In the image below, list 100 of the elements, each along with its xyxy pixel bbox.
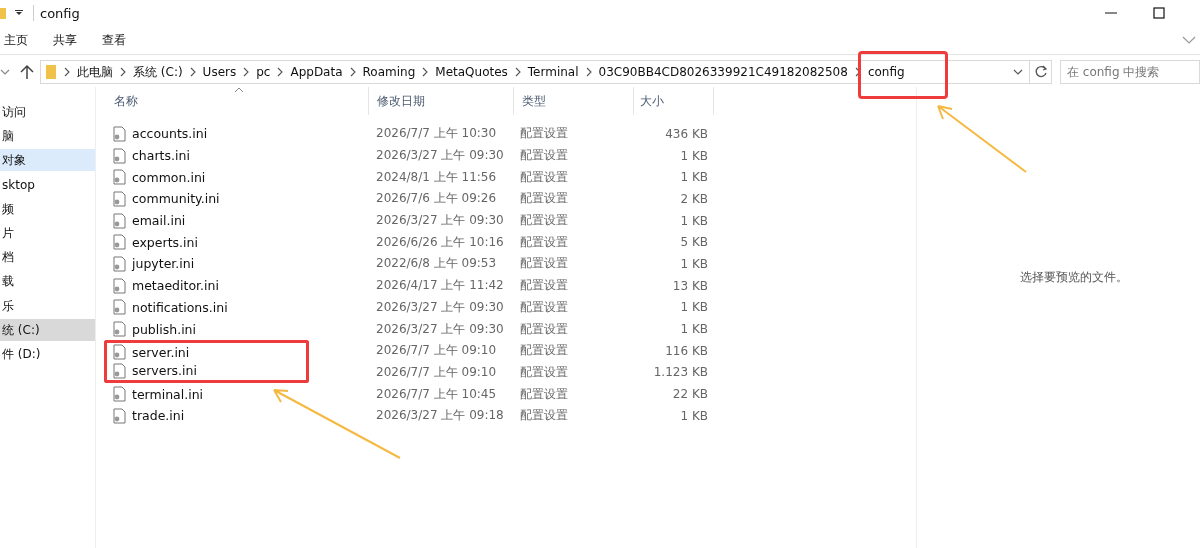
date-cell-text: 2022/6/8 上午 09:53 bbox=[375, 255, 498, 273]
settings-file-icon bbox=[112, 386, 126, 403]
file-name[interactable]: email.ini bbox=[132, 213, 186, 229]
ribbon-tab[interactable]: 共享 bbox=[49, 31, 81, 49]
size-cell-text: 1 KB bbox=[679, 256, 709, 271]
breadcrumb[interactable]: pc bbox=[256, 65, 271, 79]
type-cell-text: 配置设置 bbox=[519, 363, 569, 381]
size-cell-text: 13 KB bbox=[671, 278, 709, 293]
file-name[interactable]: community.ini bbox=[132, 191, 220, 207]
type-cell-text: 配置设置 bbox=[519, 212, 569, 230]
breadcrumb[interactable]: 系统 (C:) bbox=[133, 63, 183, 81]
sidebar-item[interactable]: 对象 bbox=[0, 149, 95, 172]
date-cell-text: 2026/3/27 上午 09:30 bbox=[375, 212, 505, 230]
breadcrumb[interactable]: Roaming bbox=[362, 65, 416, 79]
size-cell-text: 1 KB bbox=[679, 322, 709, 337]
chevron-right-icon[interactable] bbox=[422, 67, 429, 77]
column-header[interactable]: 名称 bbox=[106, 87, 369, 115]
file-name[interactable]: notifications.ini bbox=[132, 299, 228, 315]
file-name[interactable]: jupyter.ini bbox=[132, 256, 195, 272]
breadcrumb[interactable]: Users bbox=[202, 65, 237, 79]
file-name[interactable]: terminal.ini bbox=[132, 386, 204, 402]
size-cell-text: 1 KB bbox=[679, 148, 709, 163]
date-cell-text: 2026/7/7 上午 10:45 bbox=[375, 385, 498, 403]
settings-file-icon bbox=[112, 125, 126, 142]
column-header[interactable]: 类型 bbox=[514, 87, 634, 115]
size-cell-text: 116 KB bbox=[664, 343, 709, 358]
chevron-down-icon[interactable] bbox=[1013, 68, 1023, 76]
size-cell-text: 5 KB bbox=[679, 235, 709, 250]
settings-file-icon bbox=[112, 344, 126, 361]
file-name[interactable]: charts.ini bbox=[132, 148, 190, 164]
chevron-right-icon[interactable] bbox=[349, 67, 356, 77]
sidebar-item[interactable]: 件 (D:) bbox=[0, 342, 95, 365]
search-field[interactable]: 在 config 中搜索 bbox=[1060, 60, 1200, 84]
date-cell-text: 2024/8/1 上午 11:56 bbox=[375, 168, 498, 186]
sidebar-item[interactable]: 访问 bbox=[0, 101, 95, 123]
sidebar-item[interactable]: 统 (C:) bbox=[0, 318, 95, 341]
breadcrumb[interactable]: Terminal bbox=[527, 65, 579, 79]
chevron-right-icon[interactable] bbox=[585, 67, 592, 77]
chevron-down-icon[interactable] bbox=[0, 68, 10, 76]
size-cell-text: 436 KB bbox=[664, 126, 709, 141]
sort-caret-icon bbox=[234, 87, 244, 93]
preview-message: 选择要预览的文件。 bbox=[1019, 269, 1128, 286]
chevron-right-icon[interactable] bbox=[120, 67, 126, 77]
file-name[interactable]: trade.ini bbox=[132, 408, 185, 424]
ribbon-tab[interactable]: 查看 bbox=[98, 31, 130, 49]
breadcrumb[interactable]: config bbox=[867, 65, 905, 79]
ribbon-tab[interactable]: 主页 bbox=[0, 31, 32, 49]
chevron-right-icon[interactable] bbox=[189, 67, 196, 77]
sidebar-item[interactable]: 档 bbox=[0, 246, 95, 269]
settings-file-icon bbox=[112, 147, 126, 164]
file-name[interactable]: publish.ini bbox=[132, 321, 196, 337]
maximize-icon[interactable] bbox=[1152, 6, 1166, 20]
chevron-right-icon[interactable] bbox=[277, 67, 284, 77]
column-header[interactable]: 大小 bbox=[634, 87, 714, 115]
size-cell-text: 1 KB bbox=[679, 213, 709, 228]
file-name[interactable]: metaeditor.ini bbox=[132, 278, 219, 294]
sidebar-item[interactable]: 乐 bbox=[0, 294, 95, 317]
settings-file-icon bbox=[112, 299, 126, 316]
chevron-right-icon[interactable] bbox=[243, 67, 250, 77]
sidebar-item[interactable]: 频 bbox=[0, 197, 95, 220]
sidebar-item[interactable]: 脑 bbox=[0, 125, 95, 148]
date-cell-text: 2026/6/26 上午 10:16 bbox=[375, 233, 505, 251]
sidebar-item[interactable]: 片 bbox=[0, 221, 95, 244]
refresh-button[interactable] bbox=[1030, 60, 1052, 84]
type-cell-text: 配置设置 bbox=[519, 385, 569, 403]
file-name[interactable]: experts.ini bbox=[132, 234, 198, 250]
up-arrow-icon[interactable] bbox=[20, 64, 34, 80]
date-cell-text: 2026/4/17 上午 11:42 bbox=[375, 277, 505, 295]
type-cell-text: 配置设置 bbox=[519, 125, 569, 143]
file-name[interactable]: server.ini bbox=[132, 344, 190, 360]
chevron-right-icon[interactable] bbox=[514, 67, 521, 77]
date-cell-text: 2026/7/7 上午 09:10 bbox=[375, 363, 498, 381]
dropdown-icon[interactable] bbox=[15, 10, 23, 16]
date-cell-text: 2026/3/27 上午 09:30 bbox=[375, 147, 505, 165]
size-cell-text: 1 KB bbox=[679, 300, 709, 315]
breadcrumb[interactable]: MetaQuotes bbox=[435, 65, 508, 79]
breadcrumb[interactable]: 此电脑 bbox=[77, 63, 113, 81]
chevron-icon[interactable] bbox=[1182, 35, 1196, 45]
size-cell-text: 1 KB bbox=[679, 170, 709, 185]
chevron-right-icon[interactable] bbox=[64, 67, 70, 77]
date-cell-text: 2026/7/6 上午 09:26 bbox=[375, 190, 498, 208]
breadcrumb[interactable]: AppData bbox=[290, 65, 343, 79]
column-header[interactable]: 修改日期 bbox=[369, 87, 514, 115]
file-name[interactable]: common.ini bbox=[132, 169, 206, 185]
type-cell-text: 配置设置 bbox=[519, 233, 569, 251]
type-cell-text: 配置设置 bbox=[519, 190, 569, 208]
date-cell-text: 2026/3/27 上午 09:18 bbox=[375, 407, 505, 425]
sidebar-item[interactable]: 载 bbox=[0, 270, 95, 293]
settings-file-icon bbox=[112, 169, 126, 186]
type-cell-text: 配置设置 bbox=[519, 255, 569, 273]
date-cell-text: 2026/3/27 上午 09:30 bbox=[375, 298, 505, 316]
breadcrumb[interactable]: 03C90BB4CD8026339921C49182082508 bbox=[598, 65, 848, 79]
file-name[interactable]: accounts.ini bbox=[132, 126, 208, 142]
size-cell-text: 1.123 KB bbox=[652, 365, 709, 380]
type-cell-text: 配置设置 bbox=[519, 342, 569, 360]
address-bar[interactable]: 此电脑 系统 (C:) Users pc AppData Roaming MetaQuotes Terminal 03C90BB4CD8026339921C49182082508 config bbox=[40, 60, 1030, 84]
settings-file-icon bbox=[112, 212, 126, 229]
sidebar-item[interactable]: sktop bbox=[0, 173, 95, 196]
date-cell-text: 2026/7/7 上午 09:10 bbox=[375, 342, 498, 360]
chevron-right-icon[interactable] bbox=[854, 67, 861, 77]
